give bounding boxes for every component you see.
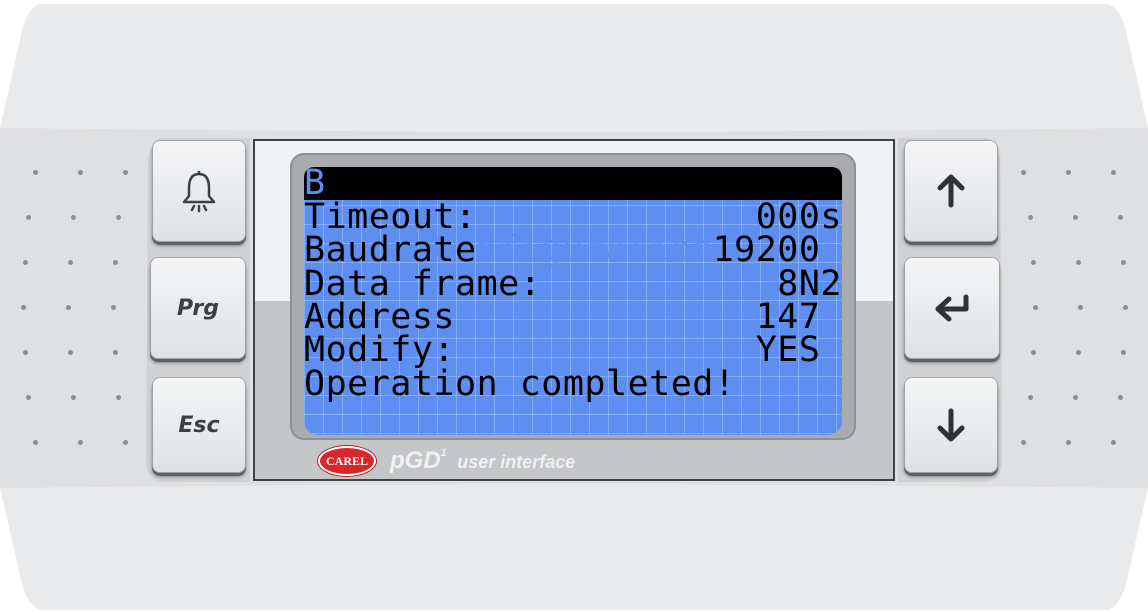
model-subtitle: user interface — [457, 452, 576, 472]
prg-button[interactable]: Prg — [150, 257, 246, 359]
lcd-title-marker: B — [304, 167, 326, 203]
enter-button[interactable] — [904, 257, 1000, 359]
lcd-label: Baudrate — [304, 230, 477, 270]
arrow-up-icon — [935, 174, 967, 208]
speaker-grille-right — [1018, 165, 1128, 455]
lcd-row-modify: Modify: YES — [304, 330, 842, 370]
brand-text: pGD1 user interface — [390, 447, 575, 475]
bell-icon — [179, 168, 219, 214]
prg-label: Prg — [176, 295, 220, 321]
lcd-title-row: B Configuration — [304, 167, 842, 267]
esc-button[interactable]: Esc — [152, 377, 246, 473]
up-button[interactable] — [904, 140, 998, 242]
model-name: pGD — [390, 447, 441, 474]
pgd1-terminal: Prg Esc B Configuration Timeout: 000s Ba… — [0, 0, 1148, 613]
lcd-label: Modify: — [304, 330, 456, 370]
alarm-button[interactable] — [152, 140, 246, 242]
enter-icon — [932, 293, 972, 323]
carel-logo: CAREL — [318, 446, 376, 476]
lcd-status-message: Operation completed! — [304, 364, 736, 404]
lcd-row-status: Operation completed! — [304, 364, 842, 404]
brand-strip: CAREL pGD1 user interface — [318, 446, 575, 476]
model-superscript: 1 — [440, 447, 447, 459]
esc-label: Esc — [178, 412, 220, 438]
lcd-frame: B Configuration Timeout: 000s Baudrate 1… — [290, 153, 856, 440]
lcd-screen: B Configuration Timeout: 000s Baudrate 1… — [304, 167, 842, 435]
lcd-value: YES — [755, 330, 842, 370]
down-button[interactable] — [904, 377, 998, 473]
lcd-value: 19200 — [712, 230, 842, 270]
lcd-row-baudrate: Baudrate 19200 — [304, 230, 842, 270]
arrow-down-icon — [935, 408, 967, 442]
speaker-grille-left — [20, 165, 130, 455]
